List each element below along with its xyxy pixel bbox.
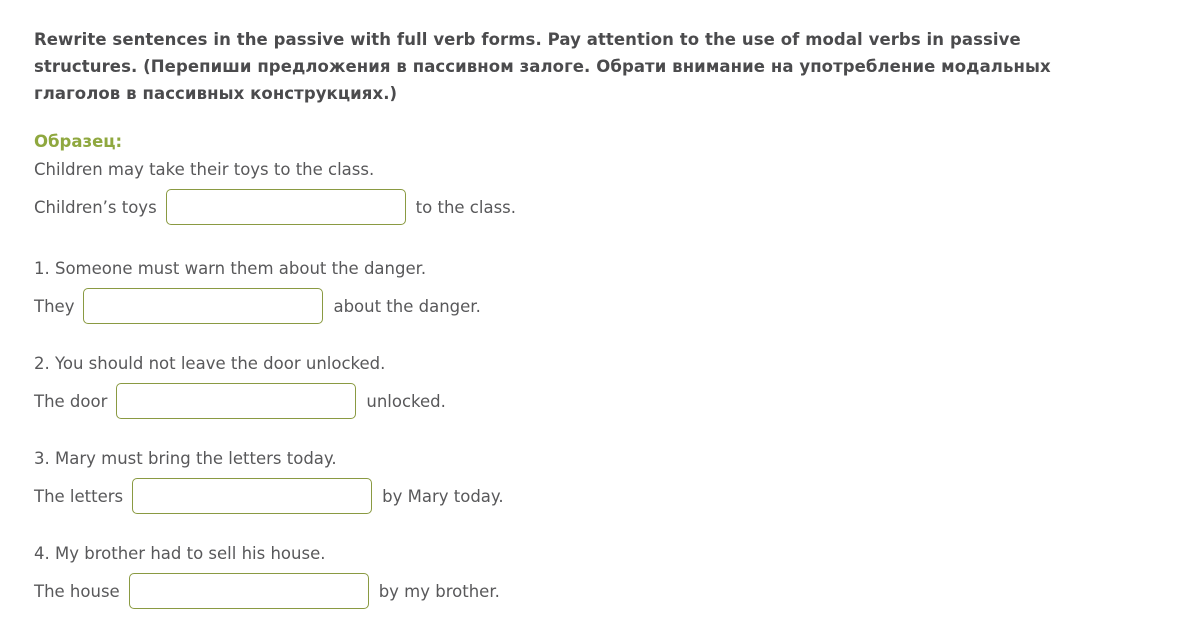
question-prompt-1: 1. Someone must warn them about the dang… — [34, 259, 427, 278]
task-heading: Rewrite sentences in the passive with fu… — [34, 30, 1051, 103]
answer-line-1: They about the danger. — [34, 288, 1152, 324]
answer-suffix-4: by my brother. — [378, 581, 500, 601]
answer-input-1[interactable] — [83, 288, 324, 324]
question-block-3: 3. Mary must bring the letters today. Th… — [34, 445, 1152, 514]
answer-line-3: The letters by Mary today. — [34, 478, 1152, 514]
answer-prefix-4: The house — [34, 581, 120, 601]
answer-suffix-3: by Mary today. — [382, 486, 504, 506]
question-prompt-3: 3. Mary must bring the letters today. — [34, 449, 337, 468]
answer-prefix-3: The letters — [34, 486, 124, 506]
answer-input-3[interactable] — [132, 478, 373, 514]
sample-answer-input[interactable] — [165, 189, 406, 225]
sample-label: Образец: — [34, 132, 123, 151]
question-prompt-2: 2. You should not leave the door unlocke… — [34, 354, 386, 373]
sample-answer-suffix: to the class. — [415, 197, 517, 217]
exercise-page: Rewrite sentences in the passive with fu… — [0, 0, 1186, 609]
sample-answer-line: Children’s toys to the class. — [34, 189, 1152, 225]
answer-suffix-1: about the danger. — [333, 296, 481, 316]
sample-answer-prefix: Children’s toys — [34, 197, 157, 217]
answer-prefix-2: The door — [34, 391, 108, 411]
question-block-4: 4. My brother had to sell his house. The… — [34, 540, 1152, 609]
question-block-1: 1. Someone must warn them about the dang… — [34, 255, 1152, 324]
answer-line-2: The door unlocked. — [34, 383, 1152, 419]
answer-suffix-2: unlocked. — [366, 391, 446, 411]
question-prompt-4: 4. My brother had to sell his house. — [34, 544, 326, 563]
answer-input-2[interactable] — [116, 383, 357, 419]
question-block-2: 2. You should not leave the door unlocke… — [34, 350, 1152, 419]
sample-block: Образец: Children may take their toys to… — [34, 129, 1152, 225]
answer-line-4: The house by my brother. — [34, 573, 1152, 609]
answer-input-4[interactable] — [128, 573, 369, 609]
answer-prefix-1: They — [34, 296, 75, 316]
sample-prompt-sentence: Children may take their toys to the clas… — [34, 160, 375, 179]
